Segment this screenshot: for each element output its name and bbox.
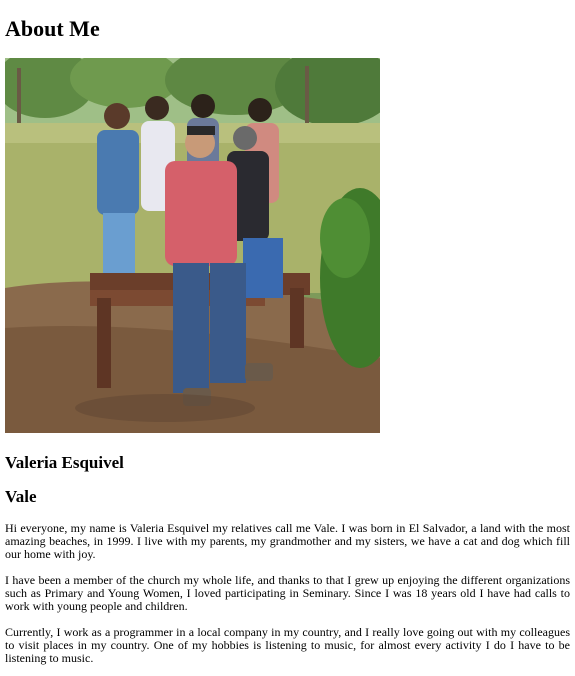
- person-nickname: Vale: [5, 487, 37, 506]
- bio-paragraph-3: Currently, I work as a programmer in a l…: [5, 625, 570, 665]
- bio-paragraph-2: I have been a member of the church my wh…: [5, 573, 570, 613]
- person-name: Valeria Esquivel: [5, 453, 124, 472]
- family-photo: [5, 58, 380, 433]
- bio-paragraph-1: Hi everyone, my name is Valeria Esquivel…: [5, 521, 570, 561]
- about-page: About Me Valeria Esquivel Vale Hi everyo…: [0, 0, 575, 665]
- page-title: About Me: [5, 16, 100, 41]
